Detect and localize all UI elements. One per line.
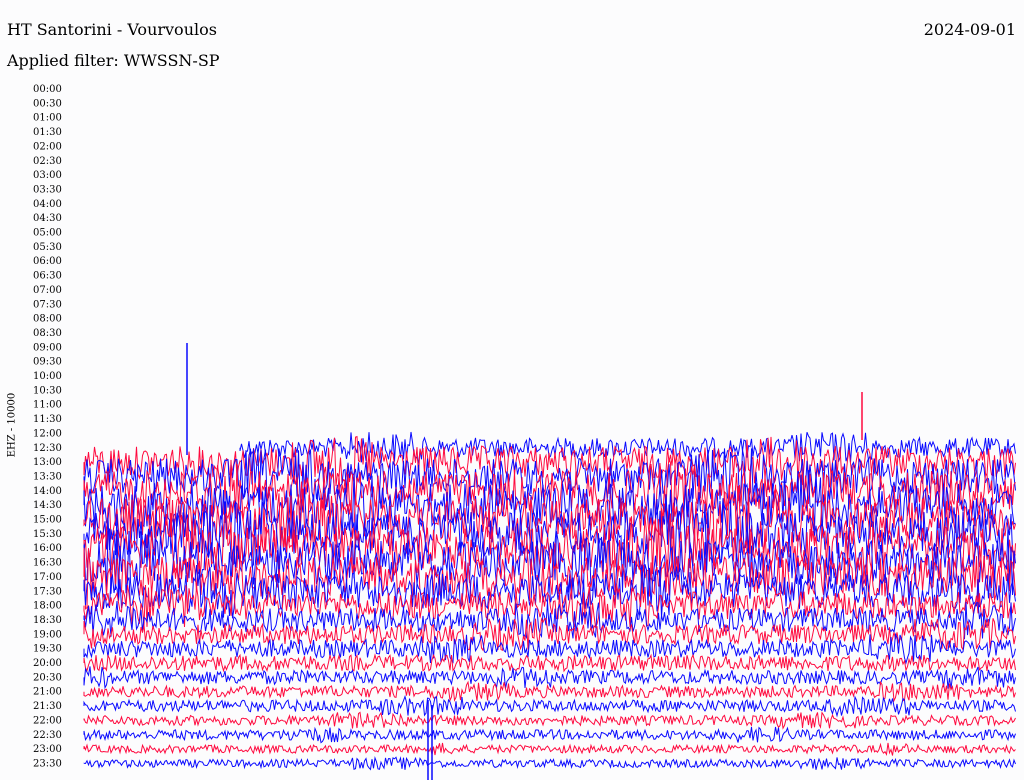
row-time-label: 11:30: [33, 414, 62, 425]
row-time-label: 16:00: [33, 543, 62, 554]
row-time-label: 10:00: [33, 371, 62, 382]
row-time-label: 22:30: [33, 730, 62, 741]
row-time-label: 20:30: [33, 672, 62, 683]
trace-row: [83, 711, 1016, 730]
row-time-label: 14:00: [33, 486, 62, 497]
row-time-label: 13:00: [33, 457, 62, 468]
row-time-label: 09:30: [33, 357, 62, 368]
row-time-label: 18:30: [33, 615, 62, 626]
row-time-label: 12:30: [33, 443, 62, 454]
row-time-label: 04:30: [33, 213, 62, 224]
row-time-label: 07:00: [33, 285, 62, 296]
row-time-label: 08:30: [33, 328, 62, 339]
trace-row: [83, 435, 1016, 487]
trace-row: [83, 694, 1016, 718]
row-time-label: 13:30: [33, 471, 62, 482]
row-time-label: 18:00: [33, 601, 62, 612]
row-time-label: 19:30: [33, 644, 62, 655]
trace-row: [83, 742, 1016, 756]
row-time-label: 03:30: [33, 184, 62, 195]
row-time-label: 17:00: [33, 572, 62, 583]
row-time-label: 08:00: [33, 314, 62, 325]
row-time-label: 22:00: [33, 715, 62, 726]
trace-row: [83, 726, 1016, 744]
row-time-label: 23:30: [33, 758, 62, 769]
row-time-label: 06:00: [33, 256, 62, 267]
row-time-label: 16:30: [33, 558, 62, 569]
row-time-label: 11:00: [33, 400, 62, 411]
row-time-label: 00:30: [33, 98, 62, 109]
row-time-label: 21:00: [33, 687, 62, 698]
row-time-label: 23:00: [33, 744, 62, 755]
row-time-label: 10:30: [33, 385, 62, 396]
row-time-label: 02:30: [33, 156, 62, 167]
row-time-label: 09:00: [33, 342, 62, 353]
row-time-label: 01:00: [33, 113, 62, 124]
trace-row: [83, 756, 1016, 771]
row-time-label: 04:00: [33, 199, 62, 210]
row-time-label: 05:30: [33, 242, 62, 253]
row-time-label: 19:00: [33, 629, 62, 640]
helicorder-plot: 00:00 00:30 01:00 01:30 02:00 02:30 03:00 03:30…: [33, 84, 1016, 780]
row-time-label: 15:00: [33, 515, 62, 526]
row-time-label: 00:00: [33, 84, 62, 95]
row-time-label: 20:00: [33, 658, 62, 669]
row-time-label: 06:30: [33, 271, 62, 282]
row-time-label: 17:30: [33, 586, 62, 597]
row-time-label: 07:30: [33, 299, 62, 310]
row-time-label: 05:00: [33, 228, 62, 239]
row-time-label: 12:00: [33, 428, 62, 439]
row-time-label: 01:30: [33, 127, 62, 138]
row-time-label: 02:00: [33, 141, 62, 152]
trace-row: [83, 653, 1016, 673]
row-time-label: 21:30: [33, 701, 62, 712]
row-time-label: 03:00: [33, 170, 62, 181]
row-time-label: 15:30: [33, 529, 62, 540]
row-time-label: 14:30: [33, 500, 62, 511]
